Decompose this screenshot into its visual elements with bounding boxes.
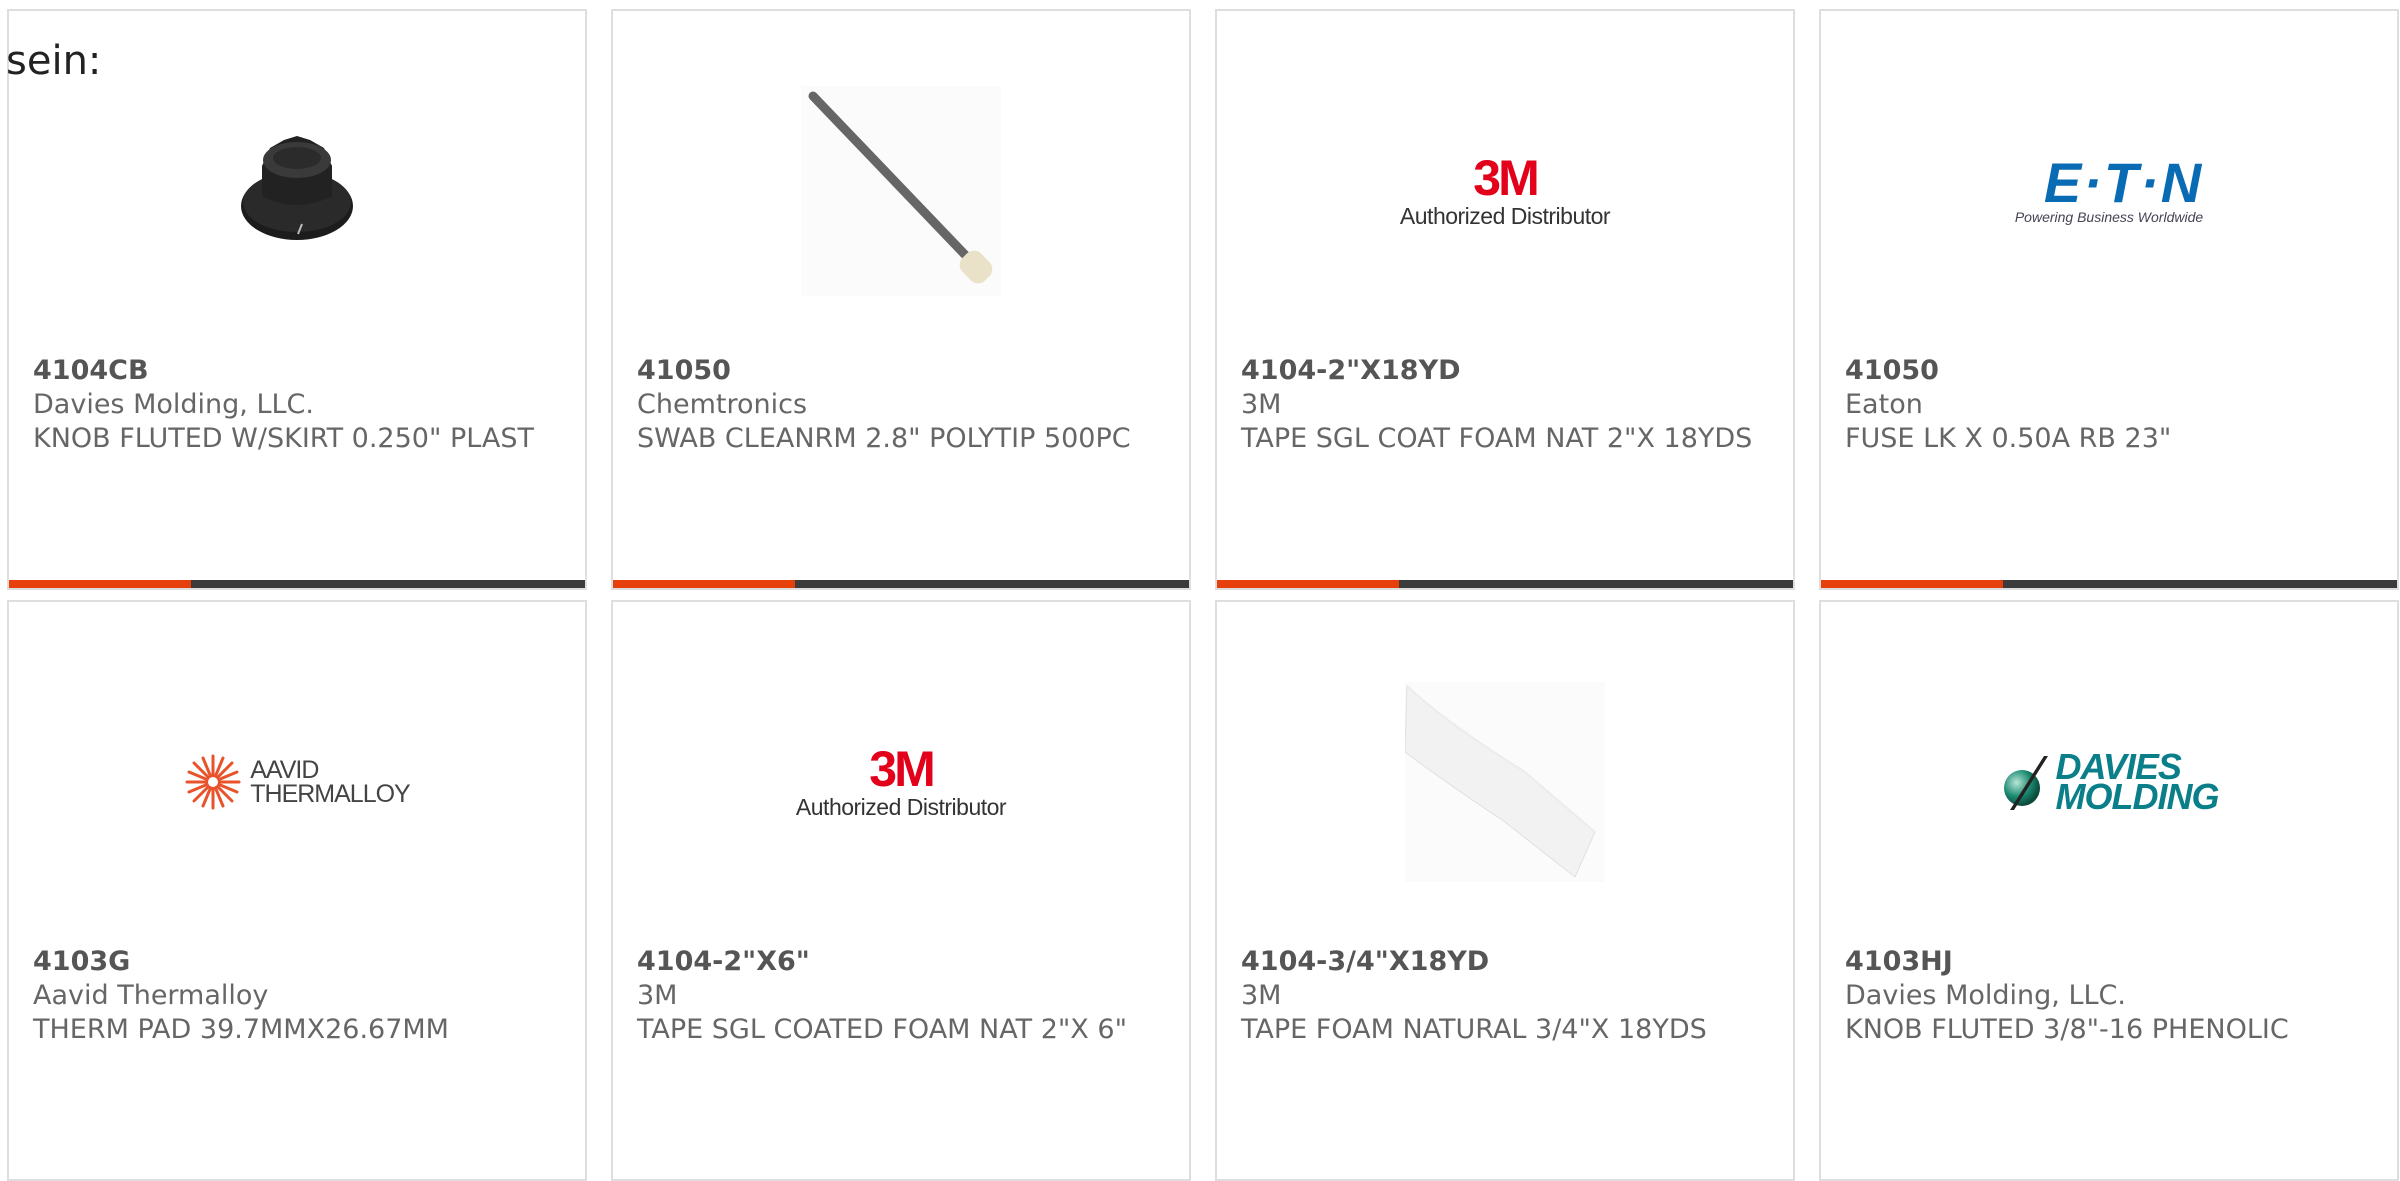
description: SWAB CLEANRM 2.8" POLYTIP 500PC bbox=[637, 423, 1131, 454]
card-bottom-bar bbox=[1821, 580, 2397, 588]
aavid-logo-line2: THERMALLOY bbox=[250, 780, 410, 808]
manufacturer: Eaton bbox=[1845, 389, 1923, 420]
description: TAPE SGL COAT FOAM NAT 2"X 18YDS bbox=[1241, 423, 1753, 454]
part-number: 41050 bbox=[637, 355, 731, 386]
description: THERM PAD 39.7MMX26.67MM bbox=[33, 1014, 449, 1045]
description: KNOB FLUTED 3/8"-16 PHENOLIC bbox=[1845, 1014, 2289, 1045]
card-bottom-bar bbox=[613, 580, 1189, 588]
knob-image bbox=[9, 71, 585, 311]
product-card[interactable]: AAVID THERMALLOY 4103G Aavid Thermalloy … bbox=[7, 600, 587, 1181]
manufacturer: Davies Molding, LLC. bbox=[1845, 980, 2126, 1011]
part-number: 4103G bbox=[33, 946, 131, 977]
3m-logo-mark: 3M bbox=[869, 740, 935, 797]
product-info: 4104-3/4"X18YD 3M TAPE FOAM NATURAL 3/4"… bbox=[1241, 945, 1769, 1047]
product-card[interactable]: E·T·N Powering Business Worldwide 41050 … bbox=[1819, 9, 2399, 590]
product-info: 4104-2"X18YD 3M TAPE SGL COAT FOAM NAT 2… bbox=[1241, 354, 1769, 456]
product-info: 4103G Aavid Thermalloy THERM PAD 39.7MMX… bbox=[33, 945, 561, 1047]
part-number: 4104-2"X6" bbox=[637, 946, 810, 977]
part-number: 4104CB bbox=[33, 355, 149, 386]
card-bottom-bar bbox=[9, 580, 585, 588]
3m-logo-mark: 3M bbox=[1473, 149, 1539, 206]
3m-logo-sub: Authorized Distributor bbox=[1399, 202, 1611, 229]
3m-logo-sub: Authorized Distributor bbox=[795, 793, 1007, 820]
description: FUSE LK X 0.50A RB 23" bbox=[1845, 423, 2172, 454]
aavid-burst-icon bbox=[185, 754, 241, 810]
card-bottom-bar bbox=[1217, 580, 1793, 588]
3m-logo: 3M Authorized Distributor bbox=[613, 662, 1189, 902]
description: KNOB FLUTED W/SKIRT 0.250" PLAST bbox=[33, 423, 534, 454]
part-number: 4104-3/4"X18YD bbox=[1241, 946, 1490, 977]
description: TAPE FOAM NATURAL 3/4"X 18YDS bbox=[1241, 1014, 1707, 1045]
product-card[interactable]: 41050 Chemtronics SWAB CLEANRM 2.8" POLY… bbox=[611, 9, 1191, 590]
davies-logo: DAVIES MOLDING bbox=[1821, 662, 2397, 902]
eaton-logo-sub: Powering Business Worldwide bbox=[2014, 209, 2204, 225]
manufacturer: Davies Molding, LLC. bbox=[33, 389, 314, 420]
davies-logo-line2: MOLDING bbox=[2055, 776, 2220, 817]
product-grid: 4104CB Davies Molding, LLC. KNOB FLUTED … bbox=[7, 9, 2399, 1181]
product-card[interactable]: 3M Authorized Distributor 4104-2"X18YD 3… bbox=[1215, 9, 1795, 590]
manufacturer: Aavid Thermalloy bbox=[33, 980, 269, 1011]
product-info: 4104-2"X6" 3M TAPE SGL COATED FOAM NAT 2… bbox=[637, 945, 1165, 1047]
part-number: 41050 bbox=[1845, 355, 1939, 386]
manufacturer: 3M bbox=[1241, 389, 1282, 420]
product-info: 41050 Chemtronics SWAB CLEANRM 2.8" POLY… bbox=[637, 354, 1165, 456]
description: TAPE SGL COATED FOAM NAT 2"X 6" bbox=[637, 1014, 1127, 1045]
eaton-logo-mark: E·T·N bbox=[2043, 151, 2204, 214]
product-info: 4103HJ Davies Molding, LLC. KNOB FLUTED … bbox=[1845, 945, 2373, 1047]
product-card[interactable]: 4104-3/4"X18YD 3M TAPE FOAM NATURAL 3/4"… bbox=[1215, 600, 1795, 1181]
eaton-logo: E·T·N Powering Business Worldwide bbox=[1821, 71, 2397, 311]
manufacturer: 3M bbox=[637, 980, 678, 1011]
product-info: 41050 Eaton FUSE LK X 0.50A RB 23" bbox=[1845, 354, 2373, 456]
page-label: sein: bbox=[6, 38, 102, 84]
3m-logo: 3M Authorized Distributor bbox=[1217, 71, 1793, 311]
aavid-logo-line1: AAVID bbox=[250, 756, 319, 784]
manufacturer: Chemtronics bbox=[637, 389, 808, 420]
product-card[interactable]: 3M Authorized Distributor 4104-2"X6" 3M … bbox=[611, 600, 1191, 1181]
swab-image bbox=[613, 71, 1189, 311]
manufacturer: 3M bbox=[1241, 980, 1282, 1011]
product-info: 4104CB Davies Molding, LLC. KNOB FLUTED … bbox=[33, 354, 561, 456]
foam-tape-image bbox=[1217, 662, 1793, 902]
product-card[interactable]: 4104CB Davies Molding, LLC. KNOB FLUTED … bbox=[7, 9, 587, 590]
davies-globe-icon bbox=[2003, 756, 2048, 810]
part-number: 4104-2"X18YD bbox=[1241, 355, 1461, 386]
product-card[interactable]: DAVIES MOLDING 4103HJ Davies Molding, LL… bbox=[1819, 600, 2399, 1181]
aavid-logo: AAVID THERMALLOY bbox=[9, 662, 585, 902]
part-number: 4103HJ bbox=[1845, 946, 1953, 977]
